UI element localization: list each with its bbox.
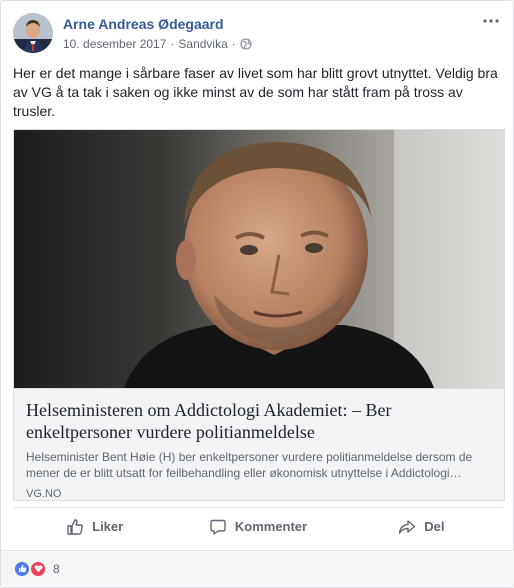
link-preview-image[interactable] (14, 130, 504, 388)
more-options-icon[interactable] (481, 13, 501, 29)
author-avatar[interactable] (13, 13, 53, 53)
share-icon (398, 518, 416, 536)
globe-icon[interactable] (240, 38, 252, 50)
comment-button[interactable]: Kommenter (176, 508, 339, 543)
post-text: Her er det mange i sårbare faser av live… (13, 65, 498, 119)
share-button[interactable]: Del (340, 508, 503, 543)
meta-separator: · (170, 37, 175, 51)
link-preview[interactable]: Helseministeren om Addictologi Akademiet… (13, 129, 505, 501)
post-actions: Liker Kommenter Del (13, 507, 503, 543)
post-date[interactable]: 10. desember 2017 (63, 37, 166, 51)
comment-label: Kommenter (234, 519, 308, 534)
post-meta: 10. desember 2017 · Sandvika · (63, 37, 252, 51)
reactions-bar[interactable]: 8 (1, 550, 514, 586)
link-description: Helseminister Bent Høie (H) ber enkeltpe… (26, 450, 473, 480)
like-label: Liker (92, 519, 124, 534)
link-preview-info[interactable]: Helseministeren om Addictologi Akademiet… (14, 388, 504, 500)
link-title[interactable]: Helseministeren om Addictologi Akademiet… (26, 399, 492, 443)
love-icon[interactable] (29, 559, 47, 578)
post-card: Arne Andreas Ødegaard 10. desember 2017 … (0, 0, 514, 588)
post-location[interactable]: Sandvika (178, 37, 227, 51)
link-domain: VG.NO (26, 488, 62, 500)
thumbs-up-icon (66, 518, 84, 536)
comment-icon (209, 518, 227, 536)
post-header: Arne Andreas Ødegaard 10. desember 2017 … (13, 13, 501, 57)
reaction-count[interactable]: 8 (53, 562, 60, 576)
meta-separator: · (231, 37, 236, 51)
share-label: Del (424, 519, 445, 534)
like-button[interactable]: Liker (13, 508, 176, 543)
author-name[interactable]: Arne Andreas Ødegaard (63, 16, 224, 32)
